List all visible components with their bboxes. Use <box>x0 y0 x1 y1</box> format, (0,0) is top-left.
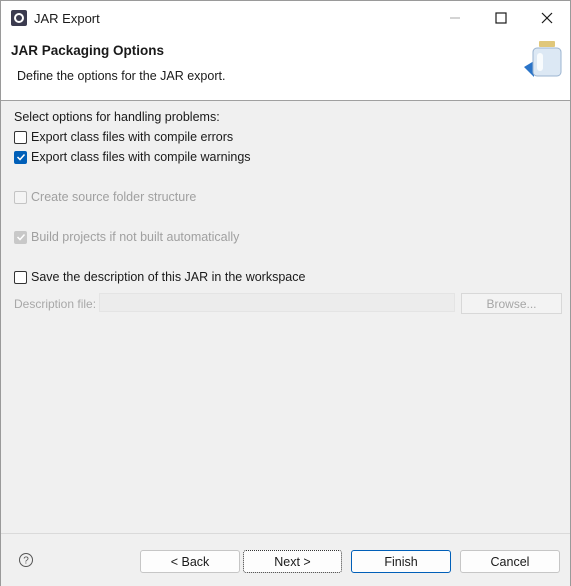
page-description: Define the options for the JAR export. <box>17 69 226 83</box>
wizard-banner: JAR Packaging Options Define the options… <box>1 35 570 101</box>
checkmark-icon <box>16 153 25 161</box>
source-structure-label: Create source folder structure <box>31 190 197 204</box>
save-description-option[interactable]: Save the description of this JAR in the … <box>14 268 305 286</box>
jar-export-dialog: JAR Export JAR Packaging Options Define … <box>0 0 571 586</box>
build-projects-option: Build projects if not built automaticall… <box>14 228 239 246</box>
build-projects-label: Build projects if not built automaticall… <box>31 230 240 244</box>
cancel-button[interactable]: Cancel <box>460 550 560 573</box>
wizard-footer: ? < Back Next > Finish Cancel <box>1 533 570 586</box>
description-file-input <box>99 293 455 312</box>
export-warnings-option[interactable]: Export class files with compile warnings <box>14 148 251 166</box>
window-title: JAR Export <box>34 11 100 26</box>
options-panel: Select options for handling problems: Ex… <box>1 101 570 533</box>
export-errors-checkbox[interactable] <box>14 130 27 144</box>
build-projects-checkbox <box>14 230 27 244</box>
export-errors-label: Export class files with compile errors <box>31 130 234 144</box>
close-button[interactable] <box>524 1 570 35</box>
description-file-label: Description file: <box>14 297 97 311</box>
save-description-label: Save the description of this JAR in the … <box>31 270 306 284</box>
page-title: JAR Packaging Options <box>11 43 165 58</box>
export-warnings-checkbox[interactable] <box>14 150 27 164</box>
save-description-checkbox[interactable] <box>14 270 27 284</box>
svg-text:?: ? <box>23 556 29 567</box>
finish-button[interactable]: Finish <box>351 550 451 573</box>
source-structure-checkbox <box>14 190 27 204</box>
help-icon[interactable]: ? <box>18 552 34 568</box>
problems-section-label: Select options for handling problems: <box>14 110 220 124</box>
export-warnings-label: Export class files with compile warnings <box>31 150 251 164</box>
eclipse-app-icon <box>10 9 28 27</box>
jar-wizard-icon <box>522 39 566 81</box>
browse-button: Browse... <box>461 293 562 314</box>
checkmark-icon <box>16 233 25 241</box>
next-button[interactable]: Next > <box>243 550 342 573</box>
source-structure-option: Create source folder structure <box>14 188 196 206</box>
back-button[interactable]: < Back <box>140 550 240 573</box>
maximize-button[interactable] <box>478 1 524 35</box>
title-bar: JAR Export <box>1 1 570 35</box>
minimize-button[interactable] <box>432 1 478 35</box>
export-errors-option[interactable]: Export class files with compile errors <box>14 128 233 146</box>
